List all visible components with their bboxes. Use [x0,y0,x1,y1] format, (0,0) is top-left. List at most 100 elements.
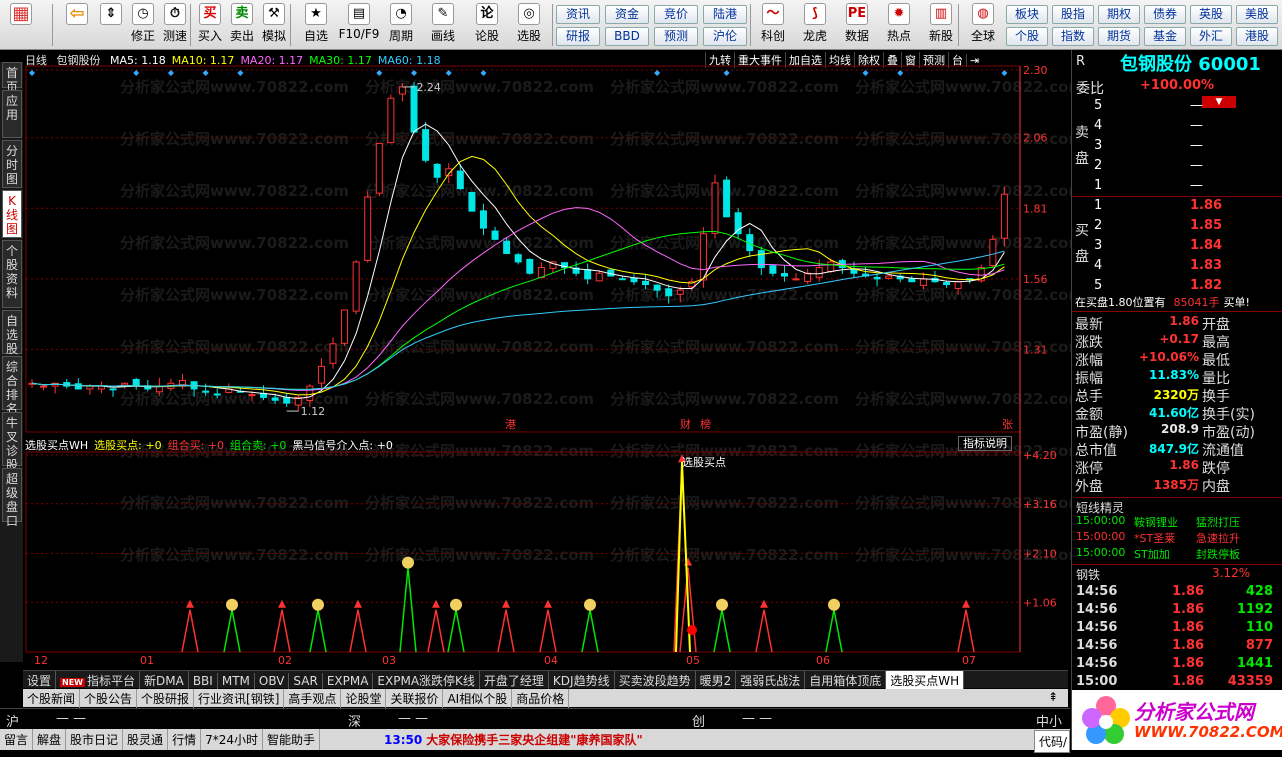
event-diamond-marker[interactable] [480,70,487,76]
toolbar-button-4[interactable]: ⏱ 测速 [160,3,190,47]
market-button-港股[interactable]: 港股 [1236,27,1278,46]
event-diamond-marker[interactable] [897,70,904,76]
sidetab-个股资料[interactable]: 个股资料 [2,240,22,308]
event-marker[interactable]: 港 [505,418,516,431]
indicator-help-button[interactable]: 指标说明 [958,436,1012,451]
quick-button-研报[interactable]: 研报 [556,27,600,46]
sidetab-超级盘口[interactable]: 超级盘口 [2,468,22,528]
sidetab-自选股[interactable]: 自选股 [2,310,22,356]
toolbar-button-13[interactable]: ◎ 选股 [510,3,548,47]
indicator-tab[interactable]: NEW 指标平台 [56,671,141,690]
quick-button-资金[interactable]: 资金 [605,5,649,24]
news-tab[interactable]: AI相似个股 [443,689,513,708]
market-button-期货[interactable]: 期货 [1098,27,1140,46]
news-tab[interactable]: 个股公告 [80,689,138,708]
market-button-美股[interactable]: 美股 [1236,5,1278,24]
quick-button-竞价[interactable]: 竞价 [654,5,698,24]
status-item[interactable]: 留言 [0,729,34,750]
status-item[interactable]: 智能助手 [263,729,320,750]
code-input[interactable]: 代码/ [1034,730,1070,753]
toolbar-button-6[interactable]: 卖卖出 [228,3,256,47]
quick-button-沪伦[interactable]: 沪伦 [703,27,747,46]
market-button-股指[interactable]: 股指 [1052,5,1094,24]
toolbar-button-10[interactable]: ◔ 周期 [384,3,418,47]
indicator-tab[interactable]: EXPMA涨跌停K线 [373,671,480,690]
period-label[interactable]: 日线 [25,54,47,67]
sidetab-首页[interactable]: 首页 [2,62,22,94]
event-diamond-marker[interactable] [1001,70,1008,76]
indicator-tab[interactable]: EXPMA [323,673,374,689]
news-tab[interactable]: 关联报价 [386,689,444,708]
indicator-tab[interactable]: BBI [189,673,218,689]
news-headline[interactable]: 13:50 大家保险携手三家央企组建"康养国家队" [380,729,647,750]
market-button-板块[interactable]: 板块 [1006,5,1048,24]
indicator-tab[interactable]: 新DMA [140,671,189,690]
chart-tool-0[interactable]: 九转 [705,52,734,68]
sidetab-综合排名[interactable]: 综合排名 [2,356,22,416]
quick-button-BBD[interactable]: BBD [605,27,649,46]
event-diamond-marker[interactable] [411,70,418,76]
quick-button-资讯[interactable]: 资讯 [556,5,600,24]
status-item[interactable]: 解盘 [33,729,67,750]
news-tab[interactable]: 行业资讯[钢铁] [194,689,285,708]
indicator-tab[interactable]: 强弱氏战法 [736,671,806,690]
toolbar-big-5[interactable]: ◍ 全球 [964,3,1002,47]
news-tab[interactable]: 个股研报 [137,689,195,708]
indicator-tab[interactable]: 自用箱体顶底 [805,671,887,690]
news-tab[interactable]: 高手观点 [284,689,342,708]
chart-tool-2[interactable]: 加自选 [785,52,825,68]
indicator-tab[interactable]: MTM [218,673,255,689]
market-button-个股[interactable]: 个股 [1006,27,1048,46]
toolbar-button-11[interactable]: ✎ 画线 [424,3,462,47]
market-button-期权[interactable]: 期权 [1098,5,1140,24]
sidetab-牛叉诊股[interactable]: 牛叉诊股 [2,412,22,472]
chart-tool-6[interactable]: 窗 [901,52,919,68]
market-button-指数[interactable]: 指数 [1052,27,1094,46]
toolbar-big-4[interactable]: ▥ 新股 [922,3,960,47]
toolbar-big-2[interactable]: PE 数据 [838,3,876,47]
sell-order-row[interactable]: 4— [1072,118,1282,136]
sell-order-row[interactable]: 1— [1072,178,1282,196]
indicator-tab[interactable]: KDJ趋势线 [549,671,615,690]
sprite-title[interactable]: 短线精灵 [1076,497,1282,515]
sidetab-应用[interactable]: 应用 [2,90,22,138]
sell-order-row[interactable]: 2— [1072,158,1282,176]
market-button-外汇[interactable]: 外汇 [1190,27,1232,46]
market-button-债券[interactable]: 债券 [1144,5,1186,24]
sell-order-row[interactable]: 3— [1072,138,1282,156]
quick-button-预测[interactable]: 预测 [654,27,698,46]
event-diamond-marker[interactable] [167,70,174,76]
index-name[interactable]: 创 [692,711,705,730]
toolbar-button-3[interactable]: ◷ 修正 [128,3,158,47]
toolbar-button-1[interactable]: ⇦ [60,3,94,47]
toolbar-button-9[interactable]: ▤ F10/F9 [338,3,380,47]
chart-tool-7[interactable]: 预测 [919,52,948,68]
sell-order-row[interactable]: 5— [1072,98,1282,116]
event-marker[interactable]: 张 [1002,418,1013,431]
index-name[interactable]: 沪 [6,711,19,730]
indicator-tab[interactable]: OBV [255,673,290,689]
sprite-row[interactable]: 15:00:00 ST加加 封跌停板 [1072,546,1282,564]
sidetab-K线图[interactable]: K线图 [2,190,22,238]
event-marker[interactable]: 财 [680,417,691,431]
event-diamond-marker[interactable] [445,70,452,76]
toolbar-button-12[interactable]: 论论股 [470,3,504,47]
chart-tool-9[interactable]: ⇥ [966,54,982,67]
quick-button-陆港[interactable]: 陆港 [703,5,747,24]
toolbar-big-1[interactable]: ⟆ 龙虎 [796,3,834,47]
indicator-tab[interactable]: SAR [289,673,323,689]
chart-tool-1[interactable]: 重大事件 [734,52,785,68]
news-tab[interactable]: 论股堂 [341,689,387,708]
toolbar-button-2[interactable]: ⇕ [98,3,124,47]
event-diamond-marker[interactable] [654,70,661,76]
chart-tool-5[interactable]: 叠 [883,52,901,68]
buy-order-row[interactable]: 3 1.84 [1072,238,1282,256]
chart-tool-4[interactable]: 除权 [854,52,883,68]
sector-row[interactable]: 钢铁 3.12% [1072,564,1282,582]
status-item[interactable]: 7*24小时 [201,729,263,750]
market-button-英股[interactable]: 英股 [1190,5,1232,24]
status-item[interactable]: 股灵通 [123,729,169,750]
indicator-tab[interactable]: 暖男2 [696,671,737,690]
chart-tool-8[interactable]: 台 [948,52,966,68]
event-diamond-marker[interactable] [862,70,869,76]
